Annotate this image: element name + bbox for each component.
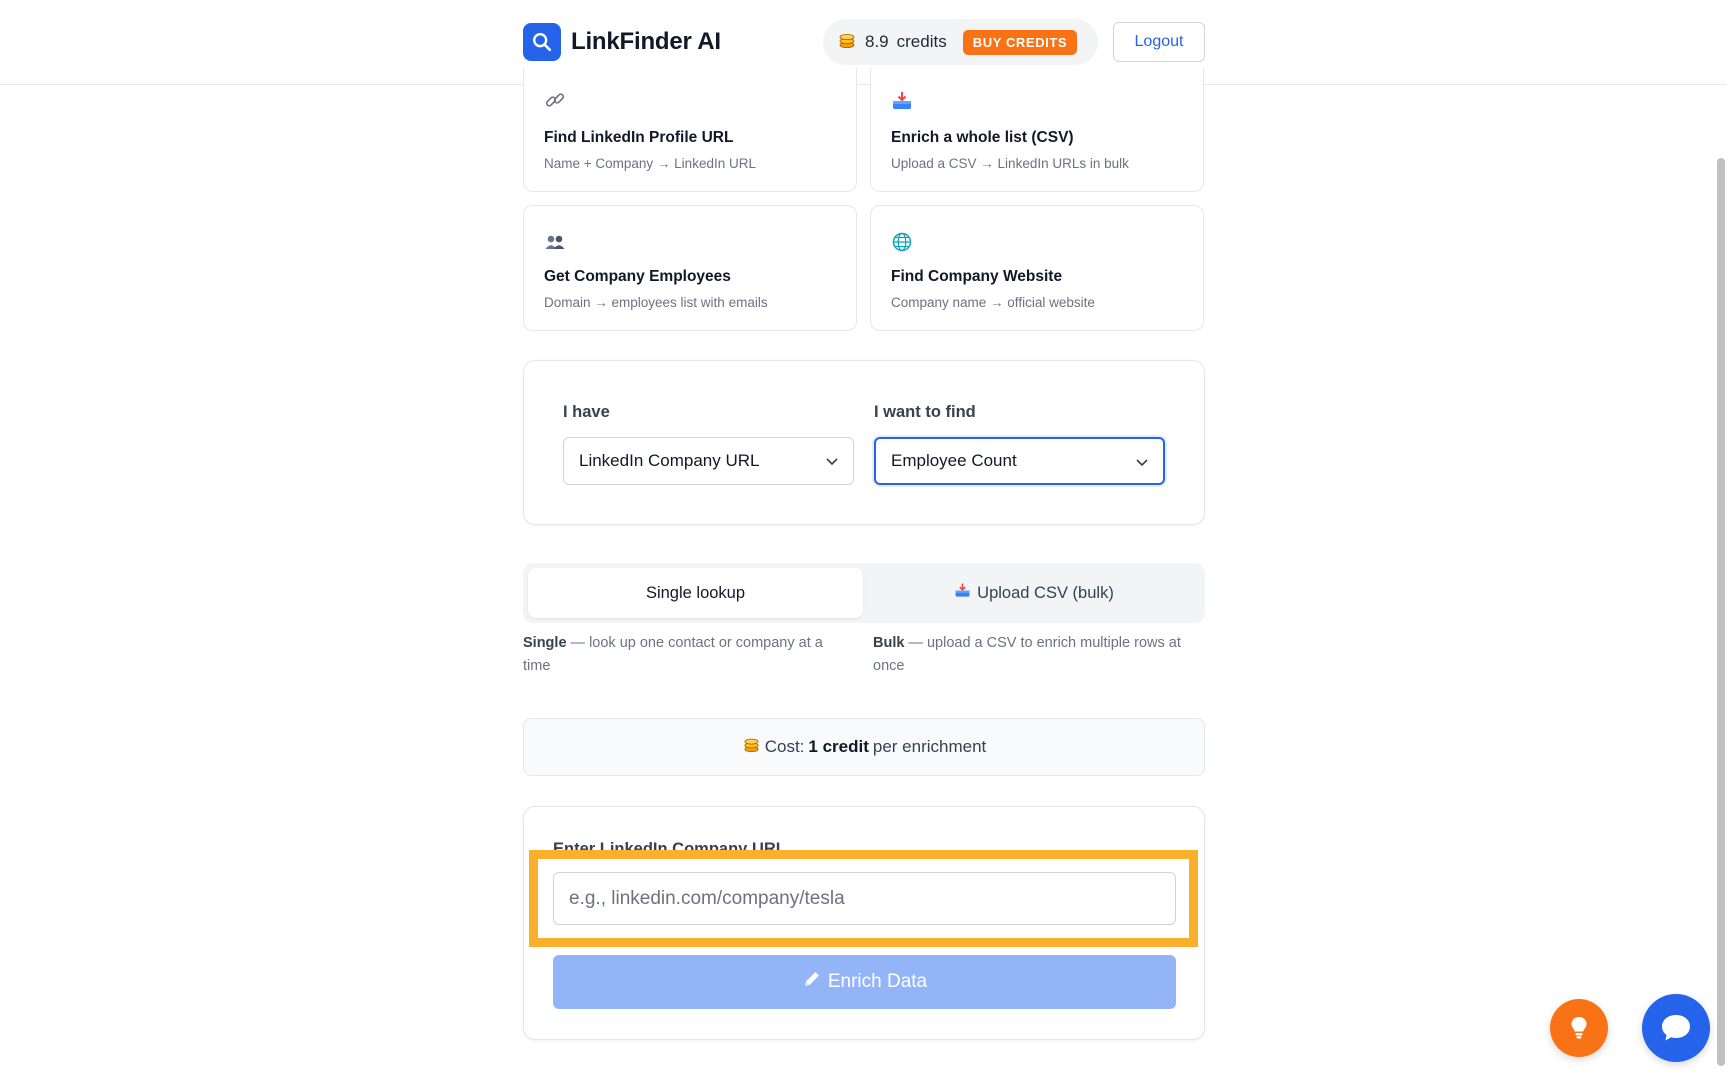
coins-icon (742, 735, 761, 759)
bulk-mode-description: Bulk — upload a CSV to enrich multiple r… (873, 635, 1181, 674)
page-scrollbar[interactable] (1717, 158, 1725, 1066)
globe-icon (891, 231, 913, 253)
chevron-down-icon (826, 458, 838, 466)
card-enrich-csv[interactable]: Enrich a whole list (CSV) Upload a CSV →… (870, 68, 1204, 192)
enrich-data-button[interactable]: Enrich Data (553, 955, 1176, 1009)
pencil-icon (802, 969, 822, 995)
lookup-mode-toggle: Single lookup Upload CSV (bulk) (523, 563, 1205, 623)
card-title: Enrich a whole list (CSV) (891, 129, 1074, 146)
lightbulb-icon (1571, 1017, 1587, 1039)
card-subtitle: Company name → official website (891, 295, 1095, 310)
inbox-tray-icon (891, 90, 913, 112)
top-header: LinkFinder AI 8.9 credits BUY CREDITS Lo… (0, 0, 1727, 85)
cost-prefix: Cost: (764, 737, 805, 756)
card-subtitle: Domain → employees list with emails (544, 295, 768, 310)
credits-label: credits (896, 32, 947, 51)
card-find-linkedin-profile[interactable]: Find LinkedIn Profile URL Name + Company… (523, 68, 857, 192)
tips-button[interactable] (1550, 999, 1608, 1057)
card-title: Find Company Website (891, 268, 1063, 285)
have-select-value: LinkedIn Company URL (579, 451, 760, 470)
single-mode-description: Single — look up one contact or company … (523, 635, 823, 674)
card-subtitle: Upload a CSV → LinkedIn URLs in bulk (891, 156, 1129, 171)
linkedin-company-url-input[interactable] (553, 872, 1176, 925)
have-select[interactable]: LinkedIn Company URL (563, 437, 854, 485)
cost-amount: 1 credit (808, 737, 869, 756)
have-label: I have (563, 403, 610, 421)
search-icon (523, 23, 561, 61)
people-icon (544, 231, 566, 253)
credits-balance: 8.9 credits BUY CREDITS (823, 19, 1098, 65)
find-select[interactable]: Employee Count (874, 437, 1165, 485)
tab-upload-csv[interactable]: Upload CSV (bulk) (868, 568, 1200, 618)
find-label: I want to find (874, 403, 976, 421)
card-get-company-employees[interactable]: Get Company Employees Domain → employees… (523, 205, 857, 331)
find-select-value: Employee Count (891, 451, 1017, 470)
tab-upload-csv-label: Upload CSV (bulk) (977, 583, 1114, 602)
enrich-data-label: Enrich Data (827, 971, 928, 992)
coins-icon (837, 30, 857, 55)
cost-info: Cost: 1 credit per enrichment (523, 718, 1205, 776)
url-input-label: Enter LinkedIn Company URL (553, 840, 786, 858)
enrichment-picker: I have LinkedIn Company URL I want to fi… (523, 360, 1205, 525)
credits-value: 8.9 (865, 32, 889, 51)
card-title: Find LinkedIn Profile URL (544, 129, 734, 146)
card-subtitle: Name + Company → LinkedIn URL (544, 156, 756, 171)
cost-suffix: per enrichment (872, 737, 987, 756)
card-title: Get Company Employees (544, 268, 731, 285)
logout-button[interactable]: Logout (1113, 22, 1205, 62)
chevron-down-icon (1136, 459, 1148, 467)
chat-bubble-icon (1662, 1015, 1690, 1041)
inbox-tray-icon (954, 582, 971, 604)
tab-single-lookup[interactable]: Single lookup (528, 568, 863, 618)
chat-button[interactable] (1642, 994, 1710, 1062)
card-find-company-website[interactable]: Find Company Website Company name → offi… (870, 205, 1204, 331)
app-name: LinkFinder AI (571, 28, 721, 55)
app-logo[interactable]: LinkFinder AI (523, 23, 721, 61)
buy-credits-button[interactable]: BUY CREDITS (962, 29, 1078, 55)
link-icon (544, 90, 566, 112)
